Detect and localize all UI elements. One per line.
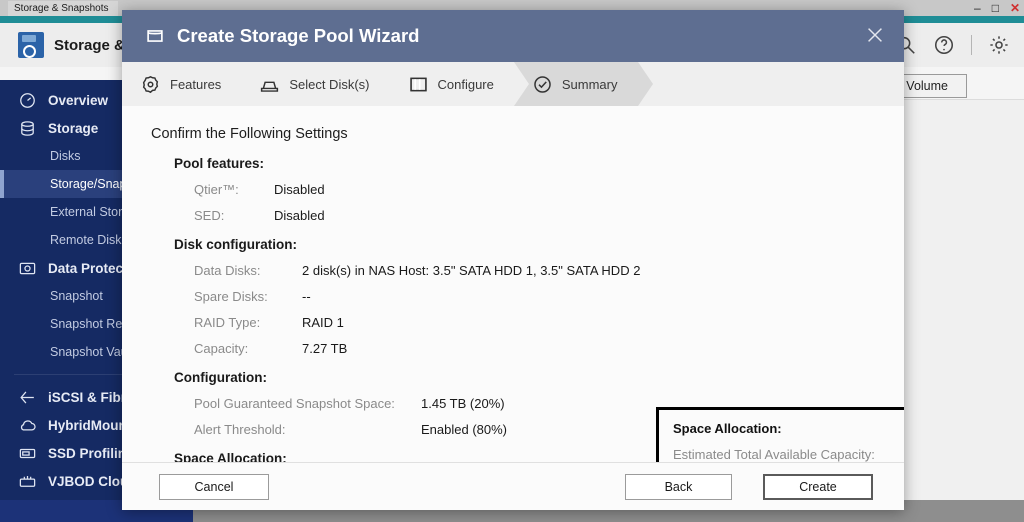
sidebar-item-label: Snapshot Vaul bbox=[50, 345, 131, 359]
row-label: Spare Disks: bbox=[194, 289, 268, 304]
gear-icon[interactable] bbox=[988, 34, 1010, 56]
create-button[interactable]: Create bbox=[763, 474, 873, 500]
row-sed: SED: Disabled bbox=[122, 208, 904, 223]
row-value: RAID 1 bbox=[302, 315, 344, 330]
row-total-available-capacity: Estimated Total Available Capacity: 7.27… bbox=[673, 447, 904, 462]
sidebar-item-label: Storage bbox=[48, 120, 99, 136]
row-label: SED: bbox=[194, 208, 225, 223]
space-allocation-panel: Space Allocation: Estimated Total Availa… bbox=[656, 407, 904, 462]
sidebar-item-label: Snapshot bbox=[50, 289, 103, 303]
confirm-heading: Confirm the Following Settings bbox=[151, 126, 348, 142]
ssd-icon bbox=[18, 444, 37, 463]
create-storage-pool-wizard-dialog: Create Storage Pool Wizard Features Sele… bbox=[122, 10, 904, 510]
back-button[interactable]: Back bbox=[625, 474, 732, 500]
row-spare-disks: Spare Disks: -- bbox=[122, 289, 904, 304]
row-data-disks: Data Disks: 2 disk(s) in NAS Host: 3.5" … bbox=[122, 263, 904, 278]
cancel-button[interactable]: Cancel bbox=[159, 474, 269, 500]
wizard-step-label: Configure bbox=[437, 76, 494, 92]
row-label: Pool Guaranteed Snapshot Space: bbox=[194, 396, 395, 411]
features-gear-icon bbox=[140, 74, 161, 95]
wizard-step-label: Summary bbox=[561, 76, 618, 92]
sidebar-item-label: External Stora bbox=[50, 205, 130, 219]
os-window-tab[interactable]: Storage & Snapshots bbox=[8, 0, 118, 16]
shield-camera-icon bbox=[18, 259, 37, 278]
row-value: Enabled (80%) bbox=[421, 422, 507, 437]
check-circle-icon bbox=[532, 74, 553, 95]
sidebar-item-label: Overview bbox=[48, 92, 109, 108]
row-label: Estimated Total Available Capacity: bbox=[673, 447, 875, 462]
section-title-disk-configuration: Disk configuration: bbox=[174, 237, 298, 252]
row-label: Qtier™: bbox=[194, 182, 239, 197]
row-label: RAID Type: bbox=[194, 315, 261, 330]
storage-snapshots-logo-icon bbox=[18, 32, 44, 58]
row-value: 2 disk(s) in NAS Host: 3.5" SATA HDD 1, … bbox=[302, 263, 641, 278]
row-label: Data Disks: bbox=[194, 263, 261, 278]
header-toolbar bbox=[895, 23, 1010, 67]
dialog-footer: Cancel Back Create bbox=[122, 462, 904, 510]
row-value: -- bbox=[302, 289, 311, 304]
row-raid-type: RAID Type: RAID 1 bbox=[122, 315, 904, 330]
configure-icon bbox=[408, 74, 429, 95]
wizard-step-label: Select Disk(s) bbox=[289, 76, 370, 92]
disk-icon bbox=[259, 74, 280, 95]
close-window-button[interactable]: ✕ bbox=[1010, 2, 1020, 14]
storage-pool-icon bbox=[144, 25, 166, 47]
dialog-body: Confirm the Following Settings Pool feat… bbox=[122, 106, 904, 462]
row-label: Capacity: bbox=[194, 341, 249, 356]
row-capacity: Capacity: 7.27 TB bbox=[122, 341, 904, 356]
wizard-step-select-disks[interactable]: Select Disk(s) bbox=[241, 62, 389, 106]
sidebar-item-label: Storage/Snaps bbox=[50, 177, 133, 191]
row-qtier: Qtier™: Disabled bbox=[122, 182, 904, 197]
cloud-storage-icon bbox=[18, 472, 37, 491]
section-title-configuration: Configuration: bbox=[174, 370, 267, 385]
dialog-title: Create Storage Pool Wizard bbox=[177, 25, 420, 46]
row-label: Alert Threshold: bbox=[194, 422, 286, 437]
dialog-titlebar: Create Storage Pool Wizard bbox=[122, 10, 904, 62]
wizard-step-summary[interactable]: Summary bbox=[513, 62, 653, 106]
database-icon bbox=[18, 119, 37, 138]
wizard-step-configure[interactable]: Configure bbox=[390, 62, 514, 106]
row-value: Disabled bbox=[274, 182, 325, 197]
maximize-button[interactable]: □ bbox=[992, 2, 999, 14]
window-controls: – □ ✕ bbox=[974, 0, 1020, 16]
sidebar-item-label: HybridMount bbox=[48, 417, 132, 433]
minimize-button[interactable]: – bbox=[974, 2, 981, 14]
toolbar-divider bbox=[971, 35, 972, 55]
row-value: 7.27 TB bbox=[302, 341, 348, 356]
row-value: Disabled bbox=[274, 208, 325, 223]
section-title-pool-features: Pool features: bbox=[174, 156, 265, 171]
sidebar-item-label: Remote Disk bbox=[50, 233, 122, 247]
space-allocation-title: Space Allocation: bbox=[673, 421, 782, 436]
arrow-in-icon bbox=[18, 388, 37, 407]
wizard-step-label: Features bbox=[170, 76, 222, 92]
close-icon[interactable] bbox=[864, 24, 886, 46]
sidebar-item-label: Snapshot Repl bbox=[50, 317, 133, 331]
row-value: 1.45 TB (20%) bbox=[421, 396, 505, 411]
help-icon[interactable] bbox=[933, 34, 955, 56]
wizard-steps: Features Select Disk(s) Configure Summar… bbox=[122, 62, 904, 106]
sidebar-item-label: Disks bbox=[50, 149, 81, 163]
cloud-icon bbox=[18, 416, 37, 435]
gauge-icon bbox=[18, 91, 37, 110]
wizard-step-features[interactable]: Features bbox=[122, 62, 241, 106]
